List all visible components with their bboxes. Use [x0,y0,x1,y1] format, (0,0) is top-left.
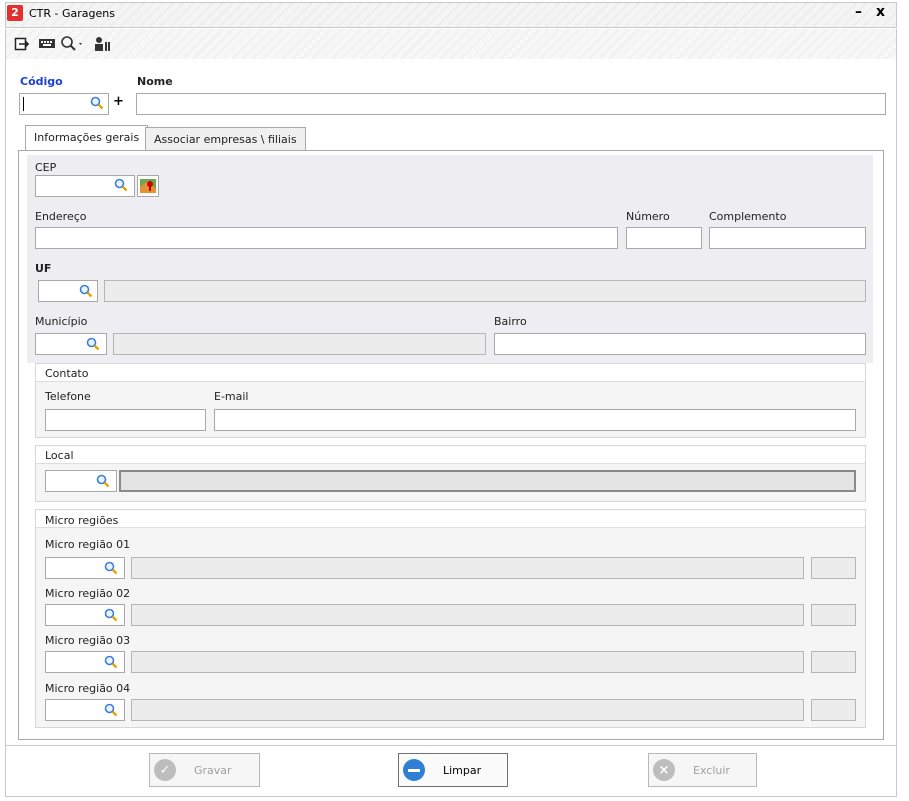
micro-regiao-03-label: Micro região 03 [45,634,131,647]
tab-associar-empresas[interactable]: Associar empresas \ filiais [145,127,306,151]
micro-regiao-03-description [131,651,804,673]
codigo-label: Código [20,75,63,88]
uf-label: UF [35,262,52,275]
telefone-label: Telefone [45,390,91,403]
cep-search-icon[interactable] [114,178,128,195]
endereco-label: Endereço [35,210,87,223]
cep-label: CEP [35,161,57,174]
limpar-label: Limpar [443,763,482,777]
uf-search-icon[interactable] [79,284,93,301]
micro-regiao-01-search-icon[interactable] [104,561,118,578]
micro-regioes-title: Micro regiões [45,514,119,527]
excluir-label: Excluir [693,763,730,777]
email-label: E-mail [214,390,249,403]
municipio-label: Município [35,315,88,328]
add-codigo-button[interactable]: + [113,94,124,109]
codigo-search-icon[interactable] [90,96,104,113]
local-description [119,470,856,492]
local-header [36,446,865,464]
nome-input[interactable] [136,93,886,115]
micro-regiao-03-extra [811,651,856,673]
title-bar [5,2,897,28]
micro-regiao-04-description [131,699,804,721]
micro-regiao-04-label: Micro região 04 [45,682,131,695]
municipio-search-icon[interactable] [86,337,100,354]
minimize-button[interactable]: – [855,4,862,20]
micro-regiao-01-label: Micro região 01 [45,538,131,551]
municipio-description [113,333,486,355]
local-search-icon[interactable] [96,474,110,491]
complemento-label: Complemento [709,210,787,223]
exit-icon[interactable] [13,36,31,52]
gravar-button[interactable]: ✓ Gravar [149,753,260,787]
micro-regiao-04-search-icon[interactable] [104,703,118,720]
excluir-button[interactable]: × Excluir [648,753,757,787]
complemento-input[interactable] [709,227,866,249]
contato-title: Contato [45,367,89,380]
micro-regiao-04-extra [811,699,856,721]
numero-label: Número [626,210,670,223]
endereco-input[interactable] [35,227,618,249]
telefone-input[interactable] [45,409,206,431]
users-icon[interactable] [94,36,112,52]
text-cursor [23,97,24,111]
nome-label: Nome [137,75,173,88]
minus-icon [403,759,425,781]
gravar-label: Gravar [194,763,232,777]
footer-divider [6,745,896,746]
delete-icon: × [653,759,675,781]
toolbar [5,29,897,59]
local-title: Local [45,449,74,462]
map-icon[interactable] [137,175,159,197]
micro-regiao-01-extra [811,557,856,579]
uf-description [104,280,866,302]
app-icon: 2 [7,5,23,21]
check-icon: ✓ [154,759,176,781]
search-dropdown-icon[interactable] [60,36,86,52]
bairro-label: Bairro [494,315,527,328]
keyboard-icon[interactable] [38,36,56,52]
micro-regiao-03-search-icon[interactable] [104,655,118,672]
micro-regiao-01-description [131,557,804,579]
window-title: CTR - Garagens [29,7,115,20]
micro-regiao-02-search-icon[interactable] [104,608,118,625]
bairro-input[interactable] [494,333,866,355]
contato-header [36,364,865,382]
email-input[interactable] [214,409,856,431]
micro-regiao-02-extra [811,604,856,626]
micro-regiao-02-description [131,604,804,626]
micro-regioes-header [36,510,865,528]
numero-input[interactable] [626,227,702,249]
close-button[interactable]: x [876,4,885,20]
tab-informacoes-gerais[interactable]: Informações gerais [25,125,149,151]
limpar-button[interactable]: Limpar [398,753,508,787]
micro-regiao-02-label: Micro região 02 [45,587,131,600]
